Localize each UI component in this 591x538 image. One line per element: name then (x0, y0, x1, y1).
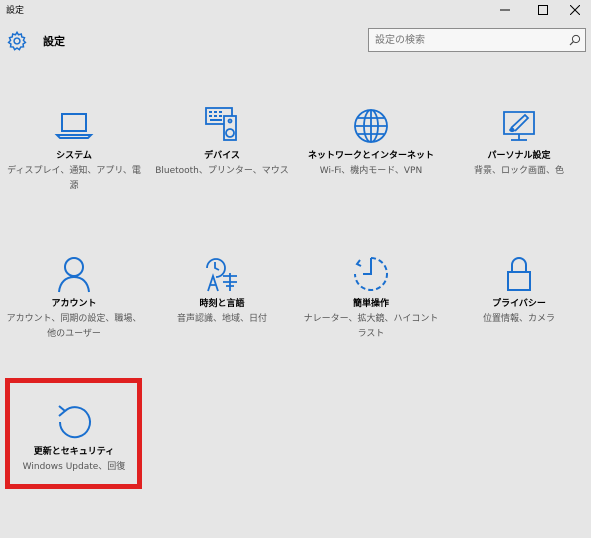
title-bar: 設定 (0, 0, 591, 20)
tile-description: 背景、ロック画面、色 (473, 166, 564, 176)
highlight-box (5, 378, 142, 489)
maximize-icon (538, 5, 548, 15)
tile-system[interactable]: システム ディスプレイ、通知、アプリ、電源 (2, 106, 146, 206)
paint-icon (503, 111, 535, 141)
tile-description: アカウント、同期の設定、職場、他のユーザー (6, 314, 142, 339)
tile-label: システム (56, 151, 92, 161)
tile-label: 簡単操作 (352, 299, 389, 309)
tile-label: パーソナル設定 (487, 151, 551, 161)
tile-ease-of-access[interactable]: 簡単操作 ナレーター、拡大鏡、ハイコントラスト (299, 254, 443, 354)
gear-icon (7, 30, 27, 51)
tile-time-language[interactable]: 時刻と言語 音声認識、地域、日付 (150, 254, 294, 354)
ease-of-access-icon (354, 257, 388, 291)
tile-accounts[interactable]: アカウント アカウント、同期の設定、職場、他のユーザー (2, 254, 146, 354)
tile-label: 時刻と言語 (199, 299, 245, 309)
tile-devices[interactable]: デバイス Bluetooth、プリンター、マウス (150, 106, 294, 206)
minimize-icon (500, 9, 510, 11)
person-icon (58, 257, 90, 293)
close-button[interactable] (558, 0, 591, 20)
search-box[interactable] (368, 28, 586, 52)
window-title: 設定 (6, 6, 25, 16)
lock-icon (507, 257, 531, 291)
devices-icon (205, 107, 237, 141)
tile-personalization[interactable]: パーソナル設定 背景、ロック画面、色 (447, 106, 591, 206)
search-icon[interactable] (569, 34, 581, 46)
close-icon (570, 5, 580, 15)
tile-label: ネットワークとインターネット (307, 151, 434, 161)
tile-network-internet[interactable]: ネットワークとインターネット Wi-Fi、機内モード、VPN (299, 106, 443, 206)
page-title: 設定 (43, 35, 65, 48)
maximize-button[interactable] (526, 0, 560, 20)
laptop-icon (54, 113, 94, 139)
time-language-icon (206, 258, 237, 292)
search-input[interactable] (369, 29, 561, 51)
tile-description: Bluetooth、プリンター、マウス (155, 166, 289, 176)
tile-description: 音声認識、地域、日付 (176, 314, 267, 324)
globe-icon (354, 109, 388, 143)
tile-label: アカウント (51, 299, 97, 309)
tile-description: ナレーター、拡大鏡、ハイコントラスト (303, 314, 439, 339)
tile-description: ディスプレイ、通知、アプリ、電源 (7, 166, 141, 191)
tile-description: Wi-Fi、機内モード、VPN (319, 166, 423, 176)
tile-description: 位置情報、カメラ (482, 314, 555, 324)
tile-label: デバイス (204, 151, 240, 161)
minimize-button[interactable] (488, 0, 522, 20)
tile-privacy[interactable]: プライバシー 位置情報、カメラ (447, 254, 591, 354)
tile-label: プライバシー (492, 299, 546, 309)
settings-header: 設定 (0, 26, 591, 56)
